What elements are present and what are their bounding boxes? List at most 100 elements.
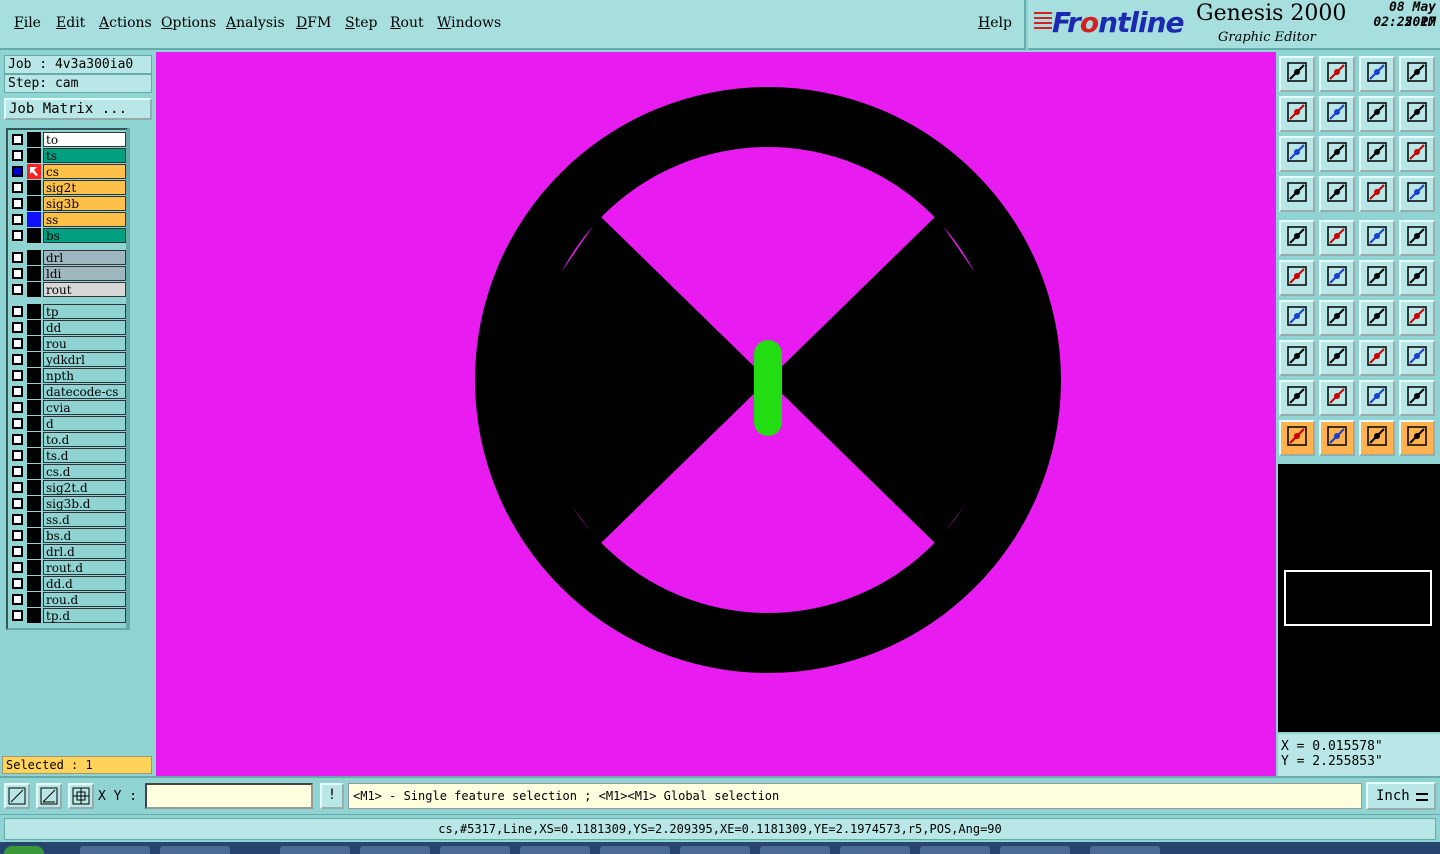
settings-button[interactable]: [1279, 176, 1315, 212]
one-to-one-button[interactable]: [1359, 136, 1395, 172]
menu-edit[interactable]: Edit: [56, 15, 85, 31]
layer-row-cs[interactable]: cs: [10, 164, 126, 179]
layer-row-sig2t.d[interactable]: sig2t.d: [10, 480, 126, 495]
menu-options[interactable]: Options: [161, 15, 216, 31]
layer-checkbox[interactable]: [12, 434, 23, 445]
layer-checkbox[interactable]: [12, 386, 23, 397]
flip-button[interactable]: [1399, 96, 1435, 132]
select-polyline-button[interactable]: [1399, 420, 1435, 456]
layer-name[interactable]: bs.d: [43, 528, 126, 543]
layer-row-ydkdrl[interactable]: ydkdrl: [10, 352, 126, 367]
menu-dfm[interactable]: DFM: [296, 15, 331, 31]
layer-affected-marker[interactable]: [27, 576, 41, 591]
layer-row-rou.d[interactable]: rou.d: [10, 592, 126, 607]
layer-affected-marker[interactable]: [27, 266, 41, 281]
taskbar-item[interactable]: [80, 846, 150, 854]
layer-checkbox[interactable]: [12, 610, 23, 621]
snap-right-button[interactable]: [1319, 96, 1355, 132]
layer-affected-marker[interactable]: [27, 448, 41, 463]
menu-rout[interactable]: Rout: [390, 15, 424, 31]
layer-row-rou[interactable]: rou: [10, 336, 126, 351]
layer-row-ss.d[interactable]: ss.d: [10, 512, 126, 527]
start-button[interactable]: [4, 846, 44, 854]
layer-affected-marker[interactable]: [27, 560, 41, 575]
select-arrow-button[interactable]: [1279, 420, 1315, 456]
help-button[interactable]: [1399, 136, 1435, 172]
layer-name[interactable]: ss.d: [43, 512, 126, 527]
layer-name[interactable]: cs.d: [43, 464, 126, 479]
xy-input[interactable]: [145, 783, 313, 809]
layer-row-bs[interactable]: bs: [10, 228, 126, 243]
graphic-canvas[interactable]: [156, 52, 1276, 776]
taskbar-item[interactable]: [360, 846, 430, 854]
layer-row-sig3b.d[interactable]: sig3b.d: [10, 496, 126, 511]
circle-pad-button[interactable]: [1399, 220, 1435, 256]
layer-affected-marker[interactable]: [27, 228, 41, 243]
menu-actions[interactable]: Actions: [99, 15, 152, 31]
layer-name[interactable]: tp: [43, 304, 126, 319]
select-circle-button[interactable]: [1359, 420, 1395, 456]
layer-checkbox[interactable]: [12, 482, 23, 493]
ruler-button[interactable]: [1359, 220, 1395, 256]
layer-row-dd.d[interactable]: dd.d: [10, 576, 126, 591]
arc-button[interactable]: [1359, 300, 1395, 336]
layer-checkbox[interactable]: [12, 562, 23, 573]
select-box-button[interactable]: [1319, 420, 1355, 456]
shape-edit-button[interactable]: [1319, 220, 1355, 256]
layer-checkbox[interactable]: [12, 578, 23, 589]
menu-windows[interactable]: Windows: [437, 15, 501, 31]
layer-name[interactable]: to: [43, 132, 126, 147]
layer-affected-marker[interactable]: [27, 148, 41, 163]
taskbar-item[interactable]: [680, 846, 750, 854]
layer-checkbox[interactable]: [12, 514, 23, 525]
layer-affected-marker[interactable]: [27, 544, 41, 559]
layer-checkbox[interactable]: [12, 150, 23, 161]
layer-name[interactable]: to.d: [43, 432, 126, 447]
layer-row-ss[interactable]: ss: [10, 212, 126, 227]
taskbar-item[interactable]: [160, 846, 230, 854]
layer-affected-marker[interactable]: [27, 196, 41, 211]
layer-name[interactable]: rout.d: [43, 560, 126, 575]
layer-affected-marker[interactable]: [27, 368, 41, 383]
layer-checkbox[interactable]: [12, 466, 23, 477]
layer-affected-marker[interactable]: [27, 212, 41, 227]
layer-row-to.d[interactable]: to.d: [10, 432, 126, 447]
layer-affected-marker[interactable]: [27, 496, 41, 511]
home-button[interactable]: [1359, 56, 1395, 92]
selected-line-feature[interactable]: [754, 340, 782, 436]
layer-name[interactable]: d: [43, 416, 126, 431]
taskbar-item[interactable]: [1000, 846, 1070, 854]
layer-checkbox[interactable]: [12, 354, 23, 365]
menu-help[interactable]: Help: [978, 15, 1012, 31]
layer-affected-marker[interactable]: [27, 320, 41, 335]
net-highlight-button[interactable]: [1359, 176, 1395, 212]
layer-row-tp.d[interactable]: tp.d: [10, 608, 126, 623]
menu-step[interactable]: Step: [345, 15, 377, 31]
layer-checkbox[interactable]: [12, 450, 23, 461]
layer-name[interactable]: ldi: [43, 266, 126, 281]
prompt-button[interactable]: !: [320, 783, 344, 809]
layer-list-scrollbar[interactable]: [128, 128, 154, 630]
layer-row-cvia[interactable]: cvia: [10, 400, 126, 415]
layer-affected-marker[interactable]: [27, 180, 41, 195]
layer-affected-marker[interactable]: [27, 464, 41, 479]
layer-row-sig2t[interactable]: sig2t: [10, 180, 126, 195]
layer-checkbox[interactable]: [12, 498, 23, 509]
net-select-button[interactable]: [1399, 176, 1435, 212]
layer-name[interactable]: rou.d: [43, 592, 126, 607]
work-layer-arrow-icon[interactable]: [27, 164, 41, 179]
layer-checkbox[interactable]: [12, 284, 23, 295]
layer-checkbox[interactable]: [12, 230, 23, 241]
layer-row-cs.d[interactable]: cs.d: [10, 464, 126, 479]
layer-affected-marker[interactable]: [27, 400, 41, 415]
resize-button[interactable]: [1359, 340, 1395, 376]
layer-row-sig3b[interactable]: sig3b: [10, 196, 126, 211]
layer-affected-marker[interactable]: [27, 432, 41, 447]
layer-name[interactable]: dd: [43, 320, 126, 335]
layer-affected-marker[interactable]: [27, 282, 41, 297]
layer-affected-marker[interactable]: [27, 480, 41, 495]
taskbar-item[interactable]: [1090, 846, 1160, 854]
layer-name[interactable]: drl: [43, 250, 126, 265]
font-text-button[interactable]: [1399, 300, 1435, 336]
angle-snap-button[interactable]: [36, 783, 62, 809]
